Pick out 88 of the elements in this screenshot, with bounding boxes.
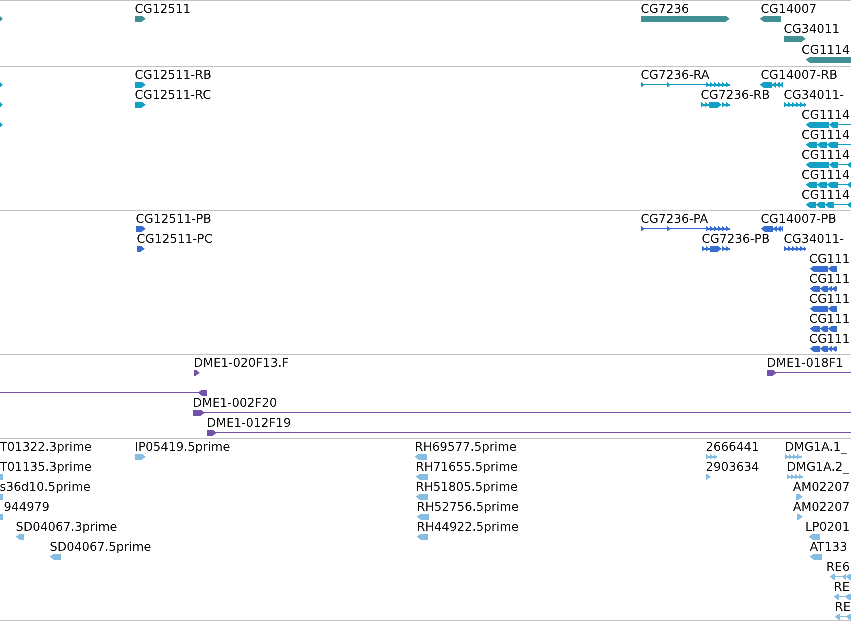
feature-label: CG12511 [135,2,191,16]
feature-arrow-icon[interactable] [761,226,783,232]
feature-arrow-icon[interactable] [135,82,146,88]
feature-label: SD04067.3prime [16,520,118,534]
feature-glyph[interactable] [641,16,730,22]
feature-label: CG1114 [802,168,850,182]
feature-label: T01135.3prime [0,460,92,474]
feature-label: CG111 [809,272,850,286]
feature-label: DME1-012F19 [207,416,292,430]
feature-label: 2666441 [706,440,760,454]
feature-arrow-icon[interactable] [137,246,145,252]
feature-label: CG14007 [761,2,817,16]
feature-label: DME1-002F20 [193,396,278,410]
feature-arrow-icon[interactable] [810,346,837,352]
feature-glyph[interactable] [641,226,730,232]
feature-glyph[interactable] [0,390,207,396]
feature-arrow-icon[interactable] [810,266,837,272]
feature-label: CG7236 [641,2,690,16]
feature-label: RE [835,600,851,614]
feature-label: RE [834,580,850,594]
feature-label: DMG1A.2_ [787,460,849,474]
feature-label: DME1-020F13.F [194,356,289,370]
feature-label: CG12511-RB [135,68,212,82]
feature-label: s36d10.5prime [0,480,91,494]
feature-label: CG14007-PB [761,212,837,226]
feature-label: CG111 [809,252,850,266]
feature-glyph[interactable] [806,182,851,188]
feature-label: CG7236-RB [701,88,770,102]
feature-label: CG1114 [802,128,850,142]
feature-label: CG12511-PC [137,232,213,246]
feature-label: AM02207 [793,480,850,494]
feature-label: 2903634 [706,460,760,474]
feature-glyph[interactable] [806,202,851,208]
feature-label: RH44922.5prime [417,520,519,534]
feature-label: CG34011- [784,232,844,246]
feature-label: CG12511-RC [135,88,212,102]
feature-label: SD04067.5prime [50,540,152,554]
feature-glyph[interactable] [767,370,851,376]
feature-label: RE6 [826,560,850,574]
feature-label: 944979 [4,500,50,514]
feature-glyph[interactable] [806,56,851,63]
feature-label: CG7236-PA [641,212,708,226]
feature-label: RH52756.5prime [417,500,519,514]
feature-glyph[interactable] [806,162,851,168]
feature-arrow-icon[interactable] [0,16,3,22]
feature-label: CG111 [809,312,850,326]
feature-label: CG12511-PB [136,212,212,226]
feature-glyph[interactable] [806,142,851,148]
feature-label: AT133 [810,540,848,554]
feature-label: DMG1A.1_ [785,440,847,454]
feature-label: RH51805.5prime [416,480,518,494]
feature-label: IP05419.5prime [135,440,230,454]
feature-glyph[interactable] [806,122,851,128]
feature-label: CG34011 [784,22,840,36]
feature-label: CG1114 [802,108,850,122]
feature-arrow-icon[interactable] [136,226,146,232]
feature-arrow-icon[interactable] [194,370,200,376]
feature-glyph[interactable] [641,82,730,88]
feature-arrow-icon[interactable] [135,16,146,22]
feature-glyph[interactable] [193,410,851,416]
feature-arrow-icon[interactable] [701,102,730,108]
feature-arrow-icon[interactable] [784,36,806,42]
feature-label: CG7236-RA [641,68,710,82]
feature-arrow-icon[interactable] [0,102,3,108]
feature-arrow-icon[interactable] [810,306,837,312]
feature-label: CG111 [809,292,850,306]
feature-label: T01322.3prime [0,440,92,454]
feature-arrow-icon[interactable] [702,246,730,252]
feature-glyph[interactable] [207,430,851,436]
feature-label: AM02207 [793,500,850,514]
feature-arrow-icon[interactable] [810,286,837,292]
feature-label: CG7236-PB [702,232,770,246]
feature-label: CG1114 [802,42,850,57]
feature-arrow-icon[interactable] [760,16,781,22]
feature-label: CG34011- [784,88,844,102]
feature-arrow-icon[interactable] [810,326,837,332]
feature-label: DME1-018F1 [767,356,844,370]
feature-arrow-icon[interactable] [0,122,3,128]
feature-arrow-icon[interactable] [760,82,783,88]
feature-arrow-icon[interactable] [0,82,3,88]
feature-label: RH71655.5prime [416,460,518,474]
feature-label: CG1114 [802,148,850,162]
feature-label: CG1114 [802,188,850,202]
feature-arrow-icon[interactable] [135,102,146,108]
feature-label: RH69577.5prime [415,440,517,454]
feature-label: CG111 [809,332,850,346]
feature-label: LP0201 [806,520,850,534]
feature-label: CG14007-RB [761,68,838,82]
